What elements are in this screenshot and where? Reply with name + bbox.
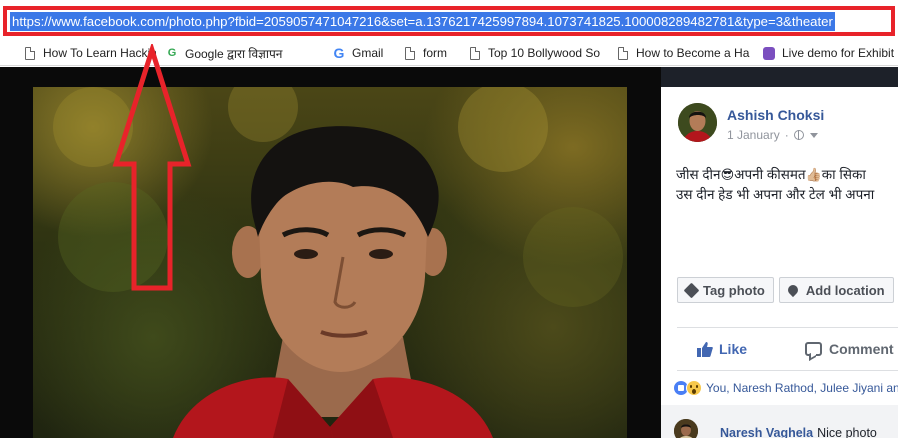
tag-icon	[683, 282, 700, 298]
commenter-avatar-illustration	[674, 419, 698, 438]
divider	[677, 327, 898, 328]
comment-icon	[805, 342, 823, 356]
bookmark-label: Google द्वारा विज्ञापन	[185, 46, 283, 61]
caption-text: अपनी कीसमत	[734, 167, 806, 182]
globe-icon	[793, 130, 804, 140]
avatar-illustration	[678, 103, 717, 142]
browser-window: https://www.facebook.com/photo.php?fbid=…	[0, 0, 898, 438]
comment-text: Naresh Vaghela Nice photo	[720, 426, 877, 438]
bookmark-item[interactable]: form	[404, 44, 474, 62]
chevron-down-icon[interactable]	[809, 132, 818, 138]
photo-viewer	[0, 67, 661, 438]
post-date[interactable]: 1 January	[727, 128, 780, 142]
bookmark-label: Live demo for Exhibit	[782, 46, 895, 60]
post-meta: 1 January ·	[727, 128, 818, 142]
tag-photo-label: Tag photo	[703, 282, 765, 298]
like-label: Like	[719, 341, 748, 357]
commenter-name[interactable]: Naresh Vaghela	[720, 426, 813, 438]
bookmark-label: How to Become a Ha	[636, 46, 750, 60]
address-bar[interactable]: https://www.facebook.com/photo.php?fbid=…	[0, 0, 898, 40]
document-icon	[469, 46, 481, 61]
post-author[interactable]: Ashish Choksi	[727, 107, 824, 123]
google-icon: G	[333, 45, 345, 61]
purple-app-icon	[763, 46, 775, 61]
meta-separator: ·	[784, 128, 789, 142]
thumbs-up-icon	[697, 342, 713, 357]
like-button[interactable]: Like	[697, 341, 747, 357]
caption-line-1: जीस दीन😎अपनी कीसमत👍🏼का सिका	[676, 165, 898, 185]
bookmark-label: form	[423, 46, 447, 60]
bookmark-label: Gmail	[352, 46, 384, 60]
divider	[677, 370, 898, 371]
photo-action-bar: Tag photo Add location	[677, 277, 898, 303]
caption-text: का सिका	[821, 167, 866, 182]
caption-text: जीस दीन	[676, 167, 721, 182]
document-icon	[617, 46, 629, 61]
thumbs-up-emoji-icon: 👍🏼	[805, 168, 822, 183]
bookmark-item[interactable]: Top 10 Bollywood So	[469, 44, 601, 62]
caption-line-2: उस दीन हेड भी अपना और टेल भी अपना	[676, 187, 875, 202]
comment-body: Nice photo	[817, 426, 877, 438]
comment-button[interactable]: Comment	[805, 341, 894, 357]
post-actions: Like Comment	[677, 337, 898, 361]
reactions-text[interactable]: You, Naresh Rathod, Julee Jiyani and	[706, 381, 898, 395]
url-text[interactable]: https://www.facebook.com/photo.php?fbid=…	[10, 12, 835, 31]
add-location-label: Add location	[805, 282, 885, 298]
document-icon	[24, 46, 36, 61]
post-details-panel: Ashish Choksi 1 January · जीस दीन😎अपनी क…	[661, 87, 898, 438]
bookmark-item[interactable]: Live demo for Exhibit	[763, 44, 898, 62]
bookmark-item[interactable]: G Gmail	[333, 44, 403, 62]
add-location-button[interactable]: Add location	[778, 277, 894, 303]
document-icon	[404, 46, 416, 61]
avatar[interactable]	[678, 103, 717, 142]
bookmark-label: Top 10 Bollywood So	[488, 46, 601, 60]
tag-photo-button[interactable]: Tag photo	[677, 277, 774, 303]
location-pin-icon	[785, 282, 800, 298]
comment-label: Comment	[829, 341, 894, 357]
commenter-avatar[interactable]	[674, 419, 698, 438]
wow-reaction-icon	[686, 380, 702, 396]
sunglasses-emoji-icon: 😎	[720, 168, 735, 183]
reactions-summary[interactable]: You, Naresh Rathod, Julee Jiyani and	[673, 380, 898, 396]
annotation-arrow-icon	[112, 44, 192, 291]
post-caption: जीस दीन😎अपनी कीसमत👍🏼का सिका उस दीन हेड भ…	[676, 165, 898, 204]
panel-top-strip	[661, 67, 898, 87]
comment-item: Naresh Vaghela Nice photo	[661, 405, 898, 438]
bookmark-item[interactable]: How to Become a Ha	[617, 44, 750, 62]
